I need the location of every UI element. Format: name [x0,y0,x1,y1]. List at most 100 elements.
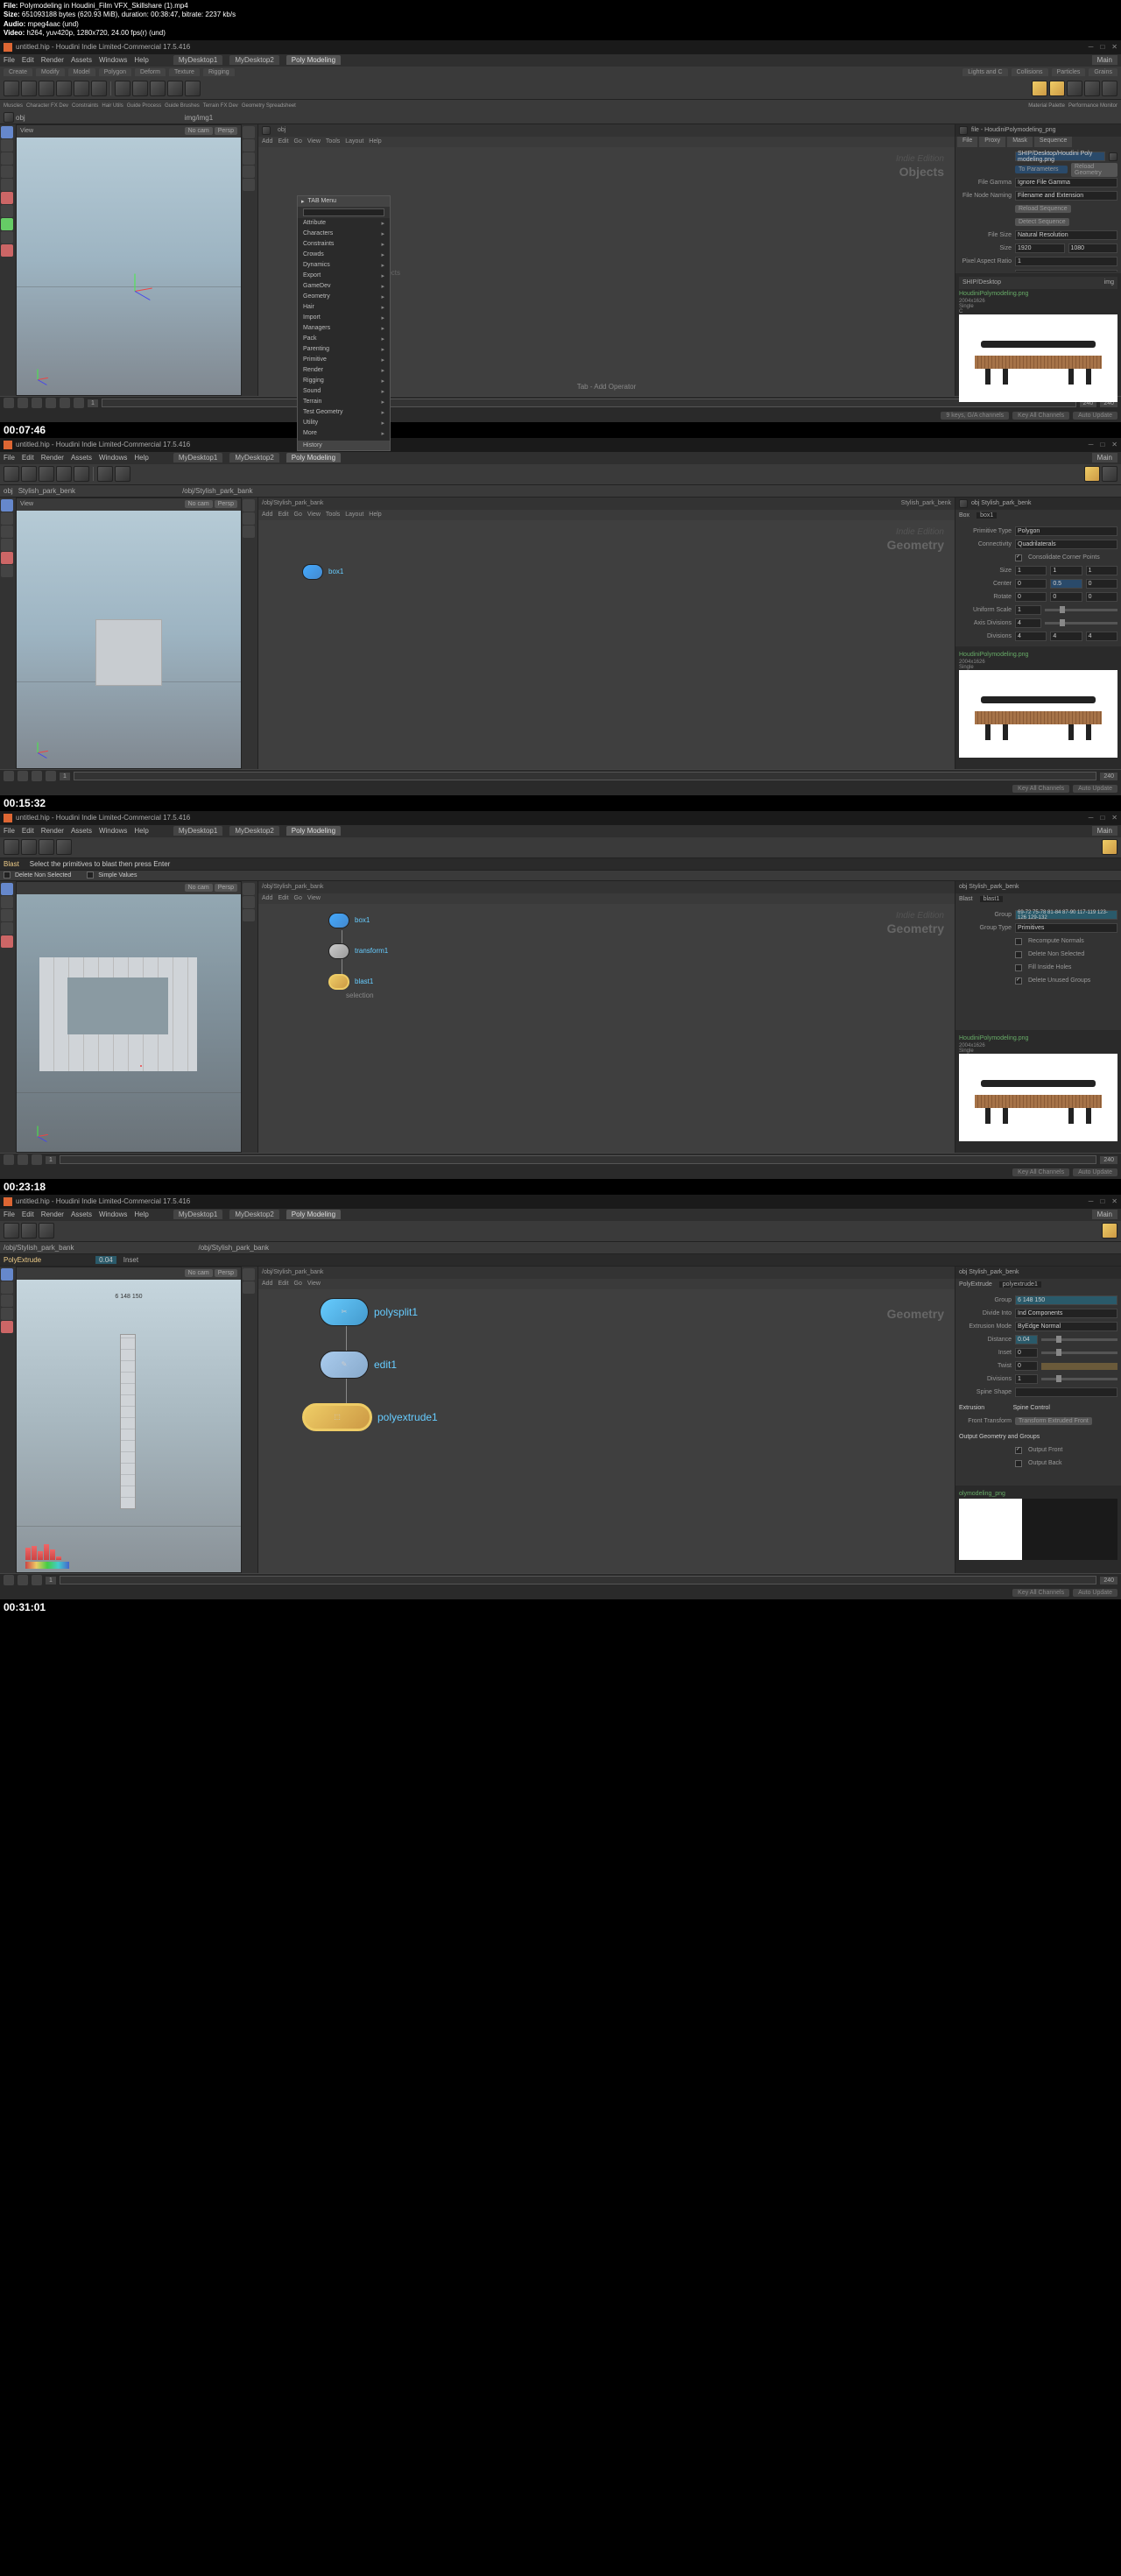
btn[interactable]: Key All Channels [1012,1168,1069,1176]
cz[interactable]: 0 [1086,579,1117,589]
dt[interactable]: Poly Modeling [286,826,341,836]
p[interactable] [32,1154,42,1165]
frame-start[interactable]: 1 [88,399,98,407]
network-panel[interactable]: /obj/Stylish_park_bankStylish_park_benk … [257,498,955,769]
node-blast1[interactable]: blast1 [328,974,373,990]
node-edit1[interactable]: ✎edit1 [320,1351,397,1379]
tool-icon[interactable] [1102,466,1117,482]
tool-icon[interactable] [56,81,72,96]
tool-icon[interactable] [150,81,166,96]
m[interactable]: Go [294,512,302,518]
m[interactable]: Edit [278,895,288,901]
li[interactable] [1102,839,1117,855]
net-go[interactable]: Go [294,138,302,145]
path[interactable]: /obj/Stylish_park_bank [4,1244,74,1252]
ref-img[interactable] [959,1054,1117,1141]
frame[interactable]: 1 [60,773,70,780]
net-tools[interactable]: Tools [326,138,340,145]
consolidate-check[interactable] [1015,554,1022,561]
dt[interactable]: MyDesktop2 [229,1210,278,1219]
pin-icon[interactable] [959,126,968,135]
tool-icon[interactable] [4,466,19,482]
mode-field[interactable]: ByEdge Normal [1015,1322,1117,1331]
st[interactable]: Guide Brushes [165,103,200,109]
desktop-tab[interactable]: MyDesktop2 [229,453,278,462]
ref-img[interactable] [959,1499,1117,1560]
menu-file[interactable]: File [4,56,15,64]
tool-icon[interactable] [56,466,72,482]
st[interactable]: Guide Process [127,103,161,109]
p[interactable] [4,1154,14,1165]
btn[interactable]: Auto Update [1073,1589,1117,1597]
move-tool-icon[interactable] [1,139,13,152]
menu-help[interactable]: Help [134,56,148,64]
cx[interactable]: 0 [1015,579,1047,589]
tool-icon[interactable] [132,81,148,96]
menu-windows[interactable]: Windows [99,56,127,64]
m[interactable]: Render [41,1210,64,1218]
rz[interactable]: 0 [1086,592,1117,602]
tool-icon[interactable] [1,526,13,538]
net-path[interactable]: /obj/Stylish_park_bank [199,1244,270,1252]
close[interactable]: ✕ [1111,1197,1117,1205]
tool-icon[interactable] [1067,81,1082,96]
ti[interactable] [243,909,255,921]
shelf-model[interactable]: Model [68,68,95,76]
naming-field[interactable]: Filename and Extension [1015,191,1117,201]
close-button[interactable]: ✕ [1111,43,1117,51]
size-y[interactable]: 1080 [1068,243,1118,253]
menu-gamedev[interactable]: GameDev▸ [298,281,390,292]
tool-icon[interactable] [1,552,13,564]
desktop-tab[interactable]: MyDesktop1 [173,453,222,462]
sz[interactable]: 1 [1086,566,1117,575]
dz[interactable]: 4 [1086,632,1117,641]
path[interactable]: /obj/Stylish_park_bank [262,1269,323,1275]
menu-render[interactable]: Render [41,454,64,462]
dx[interactable]: 4 [1015,632,1047,641]
tool-icon[interactable] [243,512,255,525]
min[interactable]: ─ [1089,1197,1094,1205]
maximize-button[interactable]: □ [1100,43,1104,51]
path[interactable]: obj [4,487,13,495]
tool-icon[interactable] [243,126,255,138]
net-layout[interactable]: Layout [345,138,363,145]
m[interactable]: Windows [99,827,127,835]
filter-field[interactable]: Flip Image [1015,270,1117,272]
play-icon[interactable] [4,771,14,781]
network-panel[interactable]: /obj/Stylish_park_bank AddEditGoView Geo… [257,1267,955,1573]
ti[interactable] [1,935,13,948]
menu-more[interactable]: More▸ [298,428,390,439]
tool-icon[interactable] [243,526,255,538]
play-prev-icon[interactable] [18,398,28,408]
conn-field[interactable]: Quadrilaterals [1015,540,1117,549]
name-field[interactable]: blast1 [980,896,1004,902]
tool-icon[interactable] [39,466,54,482]
viewport[interactable]: ViewNo camPersp [16,498,242,769]
tool-icon[interactable] [185,81,201,96]
ti[interactable] [243,1281,255,1294]
path-node[interactable]: Stylish_park_benk [18,487,75,495]
shelf-particles[interactable]: Particles [1052,68,1086,76]
shelf-texture[interactable]: Texture [169,68,200,76]
net-path[interactable]: /obj/Stylish_park_bank [262,500,323,506]
dist-slider[interactable] [1041,1338,1117,1341]
node-box1[interactable]: box1 [302,564,343,580]
cam-dropdown[interactable]: No cam [185,500,213,508]
sx[interactable]: 1 [1015,566,1047,575]
track[interactable] [60,1576,1096,1584]
spine-field[interactable] [1015,1387,1117,1397]
tool-icon[interactable] [1,179,13,191]
tool-icon[interactable] [1,565,13,577]
shelf-lights[interactable]: Lights and C [962,68,1007,76]
uscale-slider[interactable] [1045,609,1117,611]
group-field[interactable]: 6 148 150 [1015,1295,1117,1305]
menu-render[interactable]: Render [41,56,64,64]
menu-edit[interactable]: Edit [22,56,34,64]
menu-parenting[interactable]: Parenting▸ [298,344,390,355]
tool-icon[interactable] [1084,81,1100,96]
m[interactable]: File [4,1210,15,1218]
reload-seq-btn[interactable]: Reload Sequence [1015,205,1071,213]
m[interactable]: View [307,512,321,518]
light-icon[interactable] [1084,466,1100,482]
shelf-modify[interactable]: Modify [36,68,65,76]
